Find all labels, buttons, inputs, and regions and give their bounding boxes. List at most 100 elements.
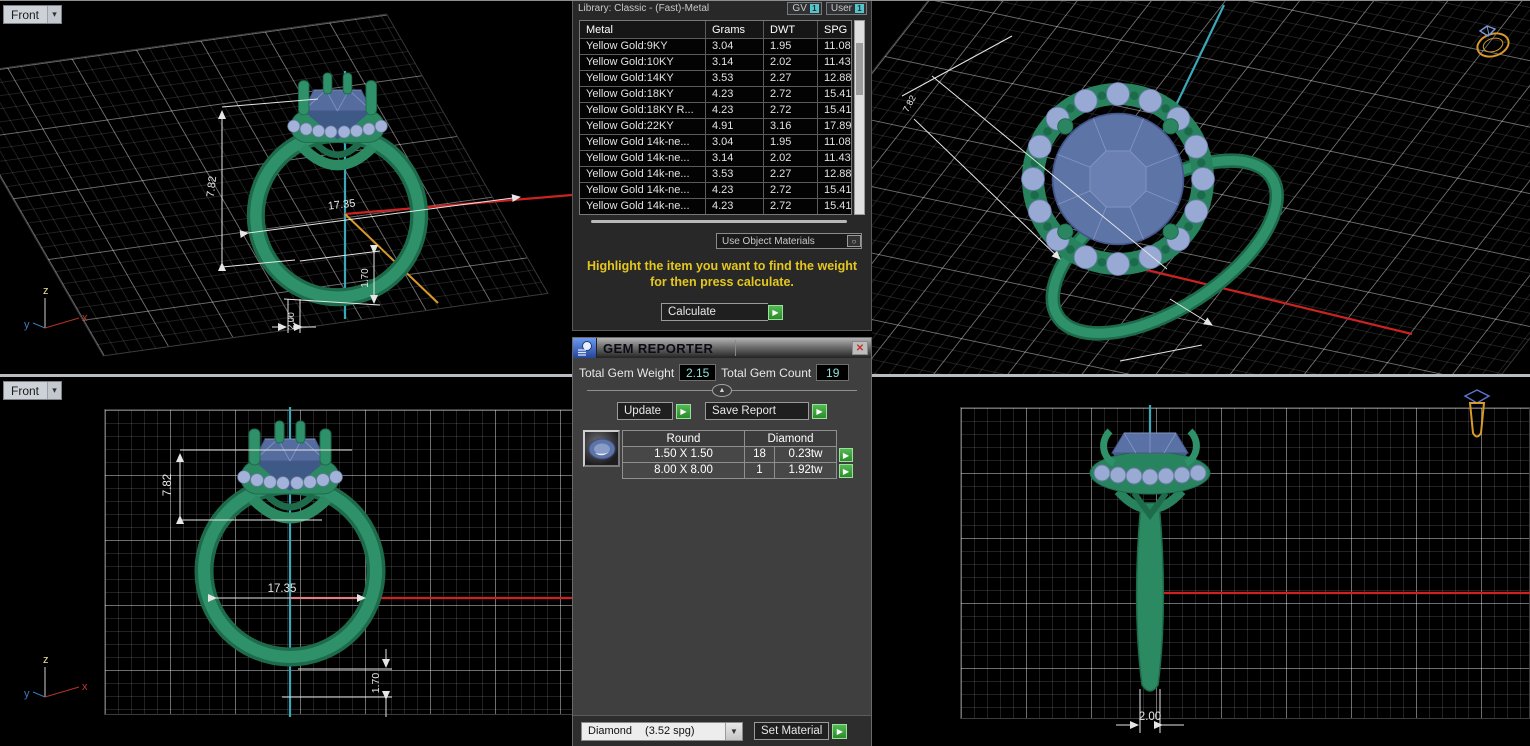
ring-perspective-view-icon[interactable] [1466, 21, 1514, 63]
dwt-cell: 3.16 [764, 119, 817, 134]
vertical-scrollbar[interactable] [854, 20, 865, 215]
run-icon[interactable]: ▶ [676, 403, 691, 419]
spg-cell: 11.43 [818, 151, 851, 166]
close-icon[interactable]: ✕ [852, 341, 868, 355]
set-material-button[interactable]: Set Material ▶ [754, 722, 848, 740]
dim-head-height: 7.82 [205, 175, 220, 198]
spg-cell: 12.88 [818, 71, 851, 86]
gem-reporter-window: GEM REPORTER ✕ Total Gem Weight 2.15 Tot… [572, 337, 872, 746]
chevron-down-icon[interactable]: ▾ [47, 6, 62, 23]
metal-table-row[interactable]: Yellow Gold:22KY 4.91 3.16 17.89 [580, 119, 851, 134]
viewport-front-perspective[interactable]: 7.82 17.35 1.70 2.00 z x y Front ▾ [0, 1, 572, 374]
run-icon[interactable]: ▶ [768, 304, 783, 320]
dim-band-thickness: 1.70 [370, 673, 382, 694]
dwt-cell: 2.72 [764, 87, 817, 102]
spg-cell: 15.41 [818, 103, 851, 118]
viewport-side[interactable]: 2.00 [872, 377, 1530, 746]
dim-band-thickness: 1.70 [360, 268, 371, 288]
svg-text:y: y [24, 319, 30, 331]
gem-weight-cell: 1.92tw [775, 463, 836, 478]
total-gem-count-label: Total Gem Count [721, 365, 812, 380]
dim-ring-diameter: 17.35 [327, 197, 356, 212]
scrollbar-thumb[interactable] [591, 220, 847, 223]
grams-cell: 3.14 [706, 151, 763, 166]
metal-name-cell: Yellow Gold:18KY [580, 87, 705, 102]
dwt-cell: 2.72 [764, 103, 817, 118]
metal-table-row[interactable]: Yellow Gold:18KY 4.23 2.72 15.41 [580, 87, 851, 102]
metal-name-cell: Yellow Gold 14k-ne... [580, 151, 705, 166]
gem-report-table: Round Diamond 1.50 X 1.50 18 0.23tw 8.00… [622, 430, 837, 479]
use-object-materials-field[interactable]: Use Object Materials ○ [716, 233, 862, 249]
metal-name-cell: Yellow Gold 14k-ne... [580, 199, 705, 214]
metal-table-row[interactable]: Yellow Gold 14k-ne... 3.04 1.95 11.08 [580, 135, 851, 150]
metal-name-cell: Yellow Gold 14k-ne... [580, 183, 705, 198]
chevron-down-icon[interactable]: ▼ [725, 722, 742, 740]
collapse-panel-button[interactable]: ▲ [712, 384, 732, 397]
metal-name-cell: Yellow Gold:14KY [580, 71, 705, 86]
col-grams: Grams [706, 21, 763, 38]
update-button[interactable]: Update ▶ [617, 402, 691, 420]
calculate-button[interactable]: Calculate ▶ [661, 303, 783, 322]
metal-table-row[interactable]: Yellow Gold 14k-ne... 4.23 2.72 15.41 [580, 183, 851, 198]
metal-table-row[interactable]: Yellow Gold 14k-ne... 3.53 2.27 12.88 [580, 167, 851, 182]
horizontal-scrollbar[interactable] [591, 217, 847, 226]
grams-cell: 4.23 [706, 199, 763, 214]
chevron-down-icon[interactable]: ▾ [47, 382, 62, 399]
metal-name-cell: Yellow Gold:22KY [580, 119, 705, 134]
svg-text:x: x [82, 681, 88, 693]
user-library-button[interactable]: User 1 [825, 2, 867, 15]
viewport-title[interactable]: Front ▾ [3, 5, 63, 24]
cplane-axis-icon: z x y [24, 654, 88, 700]
gem-reporter-titlebar[interactable]: GEM REPORTER ✕ [573, 338, 871, 358]
gem-row-action-icon[interactable]: ▶ [839, 464, 853, 478]
svg-text:x: x [82, 312, 88, 324]
run-icon[interactable]: ▶ [812, 403, 827, 419]
material-dropdown[interactable]: Diamond (3.52 spg) ▼ [581, 721, 743, 741]
scrollbar-thumb[interactable] [856, 43, 863, 95]
material-value: Diamond [588, 725, 633, 737]
save-report-button[interactable]: Save Report ▶ [705, 402, 827, 420]
metal-table-header: Metal Grams DWT SPG [580, 21, 851, 38]
grams-cell: 3.04 [706, 135, 763, 150]
spg-cell: 11.08 [818, 39, 851, 54]
dim-band-width: 2.00 [286, 312, 296, 330]
gem-size-cell: 8.00 X 8.00 [623, 463, 744, 478]
gem-reporter-title: GEM REPORTER [603, 340, 714, 356]
metal-name-cell: Yellow Gold:18KY R... [580, 103, 705, 118]
grams-cell: 4.23 [706, 183, 763, 198]
gem-count-cell: 1 [745, 463, 774, 478]
gem-shape-thumbnail[interactable] [583, 430, 620, 467]
grams-cell: 3.53 [706, 167, 763, 182]
gem-table-row[interactable]: 1.50 X 1.50 18 0.23tw [623, 447, 836, 462]
app-screen: 7.82 17.35 1.70 2.00 z x y Front ▾ 7.82 … [0, 0, 1530, 746]
viewport-title[interactable]: Front ▾ [3, 381, 63, 400]
gem-row-action-icon[interactable]: ▶ [839, 448, 853, 462]
gv-toggle-icon[interactable]: 1 [809, 4, 819, 13]
gem-table-row[interactable]: 8.00 X 8.00 1 1.92tw [623, 463, 836, 478]
dwt-cell: 2.72 [764, 199, 817, 214]
material-spg: (3.52 spg) [645, 725, 695, 737]
gv-library-button[interactable]: GV 1 [787, 2, 822, 15]
material-picker-icon[interactable]: ○ [847, 235, 861, 247]
metal-table-row[interactable]: Yellow Gold 14k-ne... 4.23 2.72 15.41 [580, 199, 851, 214]
gem-count-cell: 18 [745, 447, 774, 462]
run-icon[interactable]: ▶ [832, 723, 848, 739]
grams-cell: 3.14 [706, 55, 763, 70]
viewport-perspective[interactable]: 7.82 [872, 1, 1530, 374]
metal-table-row[interactable]: Yellow Gold:14KY 3.53 2.27 12.88 [580, 71, 851, 86]
spg-cell: 11.43 [818, 55, 851, 70]
metal-table-row[interactable]: Yellow Gold:10KY 3.14 2.02 11.43 [580, 55, 851, 70]
dim-head-height: 7.82 [162, 474, 174, 496]
spg-cell: 17.89 [818, 119, 851, 134]
metal-table-row[interactable]: Yellow Gold 14k-ne... 3.14 2.02 11.43 [580, 151, 851, 166]
user-toggle-icon[interactable]: 1 [855, 4, 864, 13]
metal-table-row[interactable]: Yellow Gold:9KY 3.04 1.95 11.08 [580, 39, 851, 54]
spg-cell: 12.88 [818, 167, 851, 182]
col-spg: SPG [818, 21, 851, 38]
grams-cell: 4.91 [706, 119, 763, 134]
viewport-front[interactable]: 7.82 17.35 1.70 z x y Front ▾ [0, 377, 572, 746]
instruction-text: Highlight the item you want to find the … [586, 259, 858, 289]
metal-table-row[interactable]: Yellow Gold:18KY R... 4.23 2.72 15.41 [580, 103, 851, 118]
dwt-cell: 2.27 [764, 167, 817, 182]
ring-side-view-icon[interactable] [1456, 385, 1498, 445]
